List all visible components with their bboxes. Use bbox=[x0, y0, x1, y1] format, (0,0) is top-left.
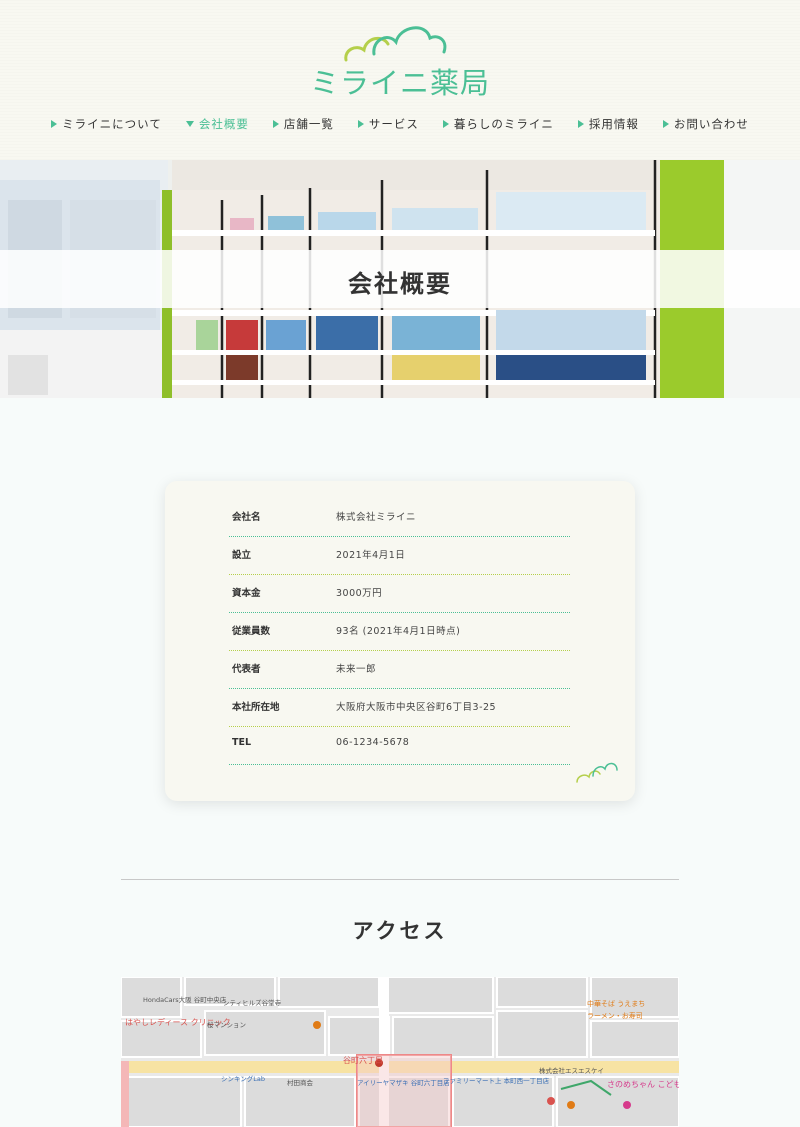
map-label: シンキングLab bbox=[221, 1075, 266, 1083]
map-label: シティヒルズ谷堂寺 bbox=[223, 999, 282, 1007]
cloud-logo-icon bbox=[344, 26, 447, 62]
map-label: アイリーヤマザキ 谷町六丁目店 bbox=[357, 1079, 450, 1087]
nav-item-label: 採用情報 bbox=[588, 117, 639, 131]
map-label: ラーメン・お寿司 bbox=[587, 1012, 643, 1020]
info-row-company-name: 会社名 株式会社ミライニ bbox=[229, 499, 570, 537]
info-value: 未来一郎 bbox=[336, 664, 377, 675]
info-label: 設立 bbox=[232, 550, 252, 561]
company-info-card: 会社名 株式会社ミライニ 設立 2021年4月1日 資本金 3000万円 従業員… bbox=[165, 481, 635, 801]
info-row-capital: 資本金 3000万円 bbox=[229, 575, 570, 613]
info-value: 大阪府大阪市中央区谷町6丁目3-25 bbox=[336, 702, 497, 713]
info-label: 本社所在地 bbox=[232, 702, 280, 713]
nav-item-label: お問い合わせ bbox=[673, 117, 749, 131]
info-value: 93名 (2021年4月1日時点) bbox=[336, 626, 461, 637]
nav-item-about[interactable]: ミライニについて bbox=[51, 116, 162, 132]
nav-item-label: 会社概要 bbox=[198, 117, 249, 131]
cloud-decoration-icon bbox=[576, 762, 618, 783]
access-map[interactable]: シティヒルズ谷堂寺 HondaCars大阪 谷町中央店 はやしレディース クリニ… bbox=[121, 977, 679, 1127]
logo-text: ミライニ薬局 bbox=[309, 66, 490, 100]
info-label: 資本金 bbox=[232, 588, 261, 599]
triangle-down-icon bbox=[185, 121, 194, 127]
site-logo[interactable]: ミライニ薬局 bbox=[0, 18, 800, 100]
info-row-representative: 代表者 未来一郎 bbox=[229, 651, 570, 689]
map-label: 株式会社エスエスケイ bbox=[539, 1067, 604, 1075]
info-value: 3000万円 bbox=[336, 588, 383, 599]
map-label: さのめちゃん こどもクリニック bbox=[607, 1080, 679, 1089]
nav-item-label: ミライニについて bbox=[62, 117, 162, 131]
info-row-employees: 従業員数 93名 (2021年4月1日時点) bbox=[229, 613, 570, 651]
map-label: 村田商会 bbox=[287, 1079, 313, 1087]
triangle-right-icon bbox=[662, 120, 669, 128]
info-label: 会社名 bbox=[232, 512, 261, 523]
nav-item-recruit[interactable]: 採用情報 bbox=[577, 116, 639, 132]
site-header: ミライニ薬局 ミライニについて 会社概要 店舗一覧 サービス 暮らしのミライニ … bbox=[0, 0, 800, 160]
map-label: 中華そば うえまち bbox=[587, 1000, 646, 1008]
triangle-right-icon bbox=[577, 120, 584, 128]
access-heading: アクセス bbox=[352, 919, 448, 943]
map-label: HondaCars大阪 谷町中央店 bbox=[143, 996, 227, 1004]
nav-item-contact[interactable]: お問い合わせ bbox=[662, 116, 749, 132]
info-label: TEL bbox=[232, 737, 252, 748]
info-row-address: 本社所在地 大阪府大阪市中央区谷町6丁目3-25 bbox=[229, 689, 570, 727]
nav-item-stores[interactable]: 店舗一覧 bbox=[272, 116, 334, 132]
nav-item-label: サービス bbox=[368, 117, 419, 131]
nav-item-lifestyle[interactable]: 暮らしのミライニ bbox=[442, 116, 554, 132]
info-row-tel: TEL 06-1234-5678 bbox=[229, 727, 570, 765]
nav-item-label: 店舗一覧 bbox=[283, 117, 334, 131]
triangle-right-icon bbox=[357, 120, 364, 128]
map-label: ファミリーマート上 本町西一丁目店 bbox=[443, 1077, 550, 1085]
main-nav: ミライニについて 会社概要 店舗一覧 サービス 暮らしのミライニ 採用情報 お問… bbox=[0, 116, 800, 132]
section-divider bbox=[121, 879, 679, 880]
triangle-right-icon bbox=[51, 120, 58, 128]
nav-item-services[interactable]: サービス bbox=[357, 116, 419, 132]
info-value[interactable]: 06-1234-5678 bbox=[336, 737, 409, 748]
map-label: 桜マンション bbox=[207, 1021, 246, 1029]
nav-item-label: 暮らしのミライニ bbox=[453, 117, 554, 131]
info-value: 2021年4月1日 bbox=[336, 550, 406, 561]
info-value: 株式会社ミライニ bbox=[336, 512, 417, 523]
triangle-right-icon bbox=[272, 120, 279, 128]
info-row-established: 設立 2021年4月1日 bbox=[229, 537, 570, 575]
map-label: 谷町六丁目 bbox=[343, 1056, 383, 1065]
info-label: 従業員数 bbox=[232, 626, 271, 637]
page-title: 会社概要 bbox=[348, 270, 452, 298]
hero-banner: 会社概要 bbox=[0, 160, 800, 398]
triangle-right-icon bbox=[442, 120, 449, 128]
nav-item-company[interactable]: 会社概要 bbox=[185, 116, 249, 132]
info-label: 代表者 bbox=[232, 664, 261, 675]
